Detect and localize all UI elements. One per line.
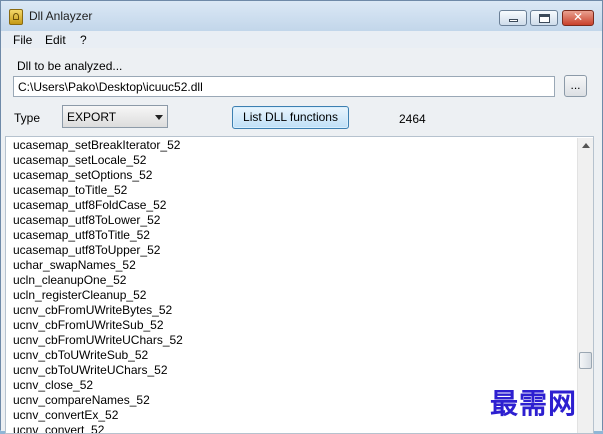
list-item[interactable]: uchar_swapNames_52 — [13, 258, 136, 273]
menu-file[interactable]: File — [13, 33, 32, 47]
list-item[interactable]: ucasemap_setLocale_52 — [13, 153, 146, 168]
menu-bar: File Edit ? — [1, 31, 602, 48]
list-item[interactable]: ucasemap_utf8ToUpper_52 — [13, 243, 160, 258]
list-item[interactable]: ucasemap_setOptions_52 — [13, 168, 152, 183]
list-item[interactable]: ucasemap_utf8ToTitle_52 — [13, 228, 150, 243]
browse-button[interactable]: ... — [564, 75, 587, 97]
list-item[interactable]: ucnv_cbFromUWriteSub_52 — [13, 318, 164, 333]
list-item[interactable]: ucasemap_toTitle_52 — [13, 183, 127, 198]
list-item[interactable]: ucnv_cbToUWriteSub_52 — [13, 348, 148, 363]
app-icon — [9, 9, 23, 25]
window-title: Dll Anlayzer — [29, 9, 93, 23]
function-count: 2464 — [399, 112, 426, 126]
list-dll-functions-button[interactable]: List DLL functions — [232, 106, 349, 129]
vertical-scrollbar[interactable] — [577, 138, 593, 433]
close-icon: ✕ — [572, 10, 584, 24]
app-window: Dll Anlayzer ✕ File Edit ? Dll to be ana… — [0, 0, 603, 434]
scroll-up-icon[interactable] — [582, 143, 590, 148]
list-item[interactable]: ucasemap_utf8FoldCase_52 — [13, 198, 166, 213]
list-item[interactable]: ucnv_cbFromUWriteBytes_52 — [13, 303, 172, 318]
menu-edit[interactable]: Edit — [45, 33, 66, 47]
list-item[interactable]: ucasemap_utf8ToLower_52 — [13, 213, 160, 228]
list-item[interactable]: ucnv_compareNames_52 — [13, 393, 150, 408]
dll-path-input[interactable] — [13, 76, 555, 97]
title-bar[interactable]: Dll Anlayzer ✕ — [1, 1, 602, 32]
list-item[interactable]: ucnv_cbFromUWriteUChars_52 — [13, 333, 183, 348]
list-item[interactable]: ucnv_cbToUWriteUChars_52 — [13, 363, 168, 378]
list-item[interactable]: ucasemap_setBreakIterator_52 — [13, 138, 180, 153]
list-item[interactable]: ucnv_close_52 — [13, 378, 93, 393]
close-button[interactable]: ✕ — [562, 10, 594, 26]
list-item[interactable]: ucnv_convert_52 — [13, 423, 104, 433]
menu-help[interactable]: ? — [80, 33, 87, 47]
list-item[interactable]: ucnv_convertEx_52 — [13, 408, 118, 423]
list-item[interactable]: ucln_registerCleanup_52 — [13, 288, 146, 303]
dropdown-arrow-icon — [155, 115, 163, 120]
main-panel: Dll to be analyzed... ... Type EXPORT Li… — [1, 48, 602, 434]
type-select[interactable]: EXPORT — [62, 105, 168, 128]
type-label: Type — [14, 111, 41, 125]
type-selected-value: EXPORT — [67, 110, 117, 124]
list-item[interactable]: ucln_cleanupOne_52 — [13, 273, 126, 288]
watermark-logo: 最需网 — [490, 387, 578, 420]
dll-path-label: Dll to be analyzed... — [17, 59, 123, 73]
minimize-button[interactable] — [499, 10, 527, 26]
scroll-thumb[interactable] — [579, 352, 592, 369]
maximize-button[interactable] — [530, 10, 558, 26]
